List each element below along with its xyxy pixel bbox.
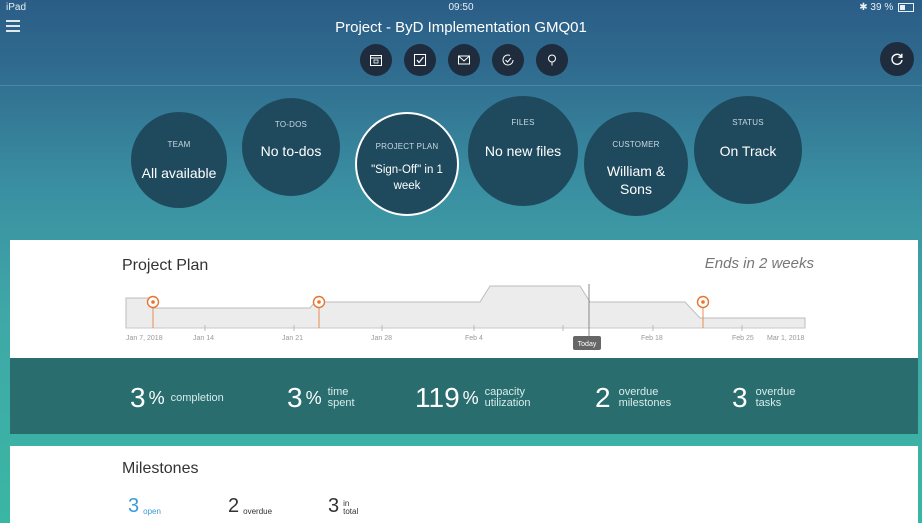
lightbulb-icon [548,54,556,66]
battery-percent: 39 % [870,2,894,13]
status-value: On Track [719,143,777,159]
milestone-marker-dot [151,300,155,304]
stat-unit: % [148,387,165,408]
battery-status: ✱ 39 % [859,2,914,13]
page-title: Project - ByD Implementation GMQ01 [335,19,587,36]
status-bar: iPad 09:50 ✱ 39 % [0,0,922,16]
milestones-total-label: in total [343,499,359,516]
todos-value: No to-dos [260,143,322,159]
todos-circle[interactable]: TO-DOS No to-dos [242,98,340,196]
stat-value: 3 [130,382,146,413]
todos-button[interactable] [404,44,436,76]
project-plan-title: Project Plan [122,257,209,274]
project-plan-value: "Sign-Off" in 1 week [371,164,443,192]
project-plan-circle[interactable]: PROJECT PLAN "Sign-Off" in 1 week [355,112,459,216]
refresh-icon [891,53,903,65]
axis-label: Jan 28 [371,335,392,342]
project-timeline: Jan 7, 2018 Jan 14 Jan 21 Jan 28 Feb 4 F… [125,284,806,350]
milestone-marker-dot [317,300,321,304]
status-label: STATUS [732,118,764,127]
stat-time-spent: 3 % time spent [287,378,355,418]
milestones-overdue[interactable]: 2 overdue [228,496,272,516]
axis-label: Mar 1, 2018 [767,335,804,342]
axis-label: Jan 14 [193,335,214,342]
milestones-title: Milestones [122,460,199,477]
mail-button[interactable] [448,44,480,76]
files-circle[interactable]: FILES No new files [468,96,578,206]
header-divider [0,85,922,86]
axis-label: Feb 4 [465,335,483,342]
milestones-open-count: 3 [128,495,140,517]
todos-label: TO-DOS [274,120,308,129]
toolbar [360,44,570,76]
stat-value: 119 [415,382,460,413]
files-value: No new files [484,143,562,159]
calendar-button[interactable] [360,44,392,76]
stat-unit: % [462,387,479,408]
customer-circle[interactable]: CUSTOMER William & Sons [584,112,688,216]
refresh-button[interactable] [880,42,914,76]
battery-icon [898,2,914,12]
stat-value: 3 [732,382,748,413]
milestones-total[interactable]: 3 in total [328,496,358,516]
files-label: FILES [511,118,535,127]
status-circle[interactable]: STATUS On Track [694,96,802,204]
clock: 09:50 [448,2,474,13]
status-button[interactable] [492,44,524,76]
stat-label: time spent [327,386,355,409]
stat-unit: % [305,387,322,408]
checkbox-icon [414,54,426,66]
stat-label: completion [170,391,224,404]
milestones-overdue-label: overdue [243,507,273,516]
axis-label: Jan 7, 2018 [126,335,163,342]
stat-completion: 3 % completion [130,378,224,418]
stat-value: 2 [595,382,611,413]
stat-label: overdue tasks [755,386,796,409]
project-plan-panel[interactable]: Project Plan Ends in 2 weeks Jan 7, 2018… [10,240,918,358]
stat-capacity: 119 % capacity utilization [415,378,531,418]
team-circle[interactable]: TEAM All available [131,112,227,208]
ideas-button[interactable] [536,44,568,76]
team-value: All available [141,165,217,181]
axis-label: Feb 18 [641,335,663,342]
axis-label: Jan 21 [282,335,303,342]
milestones-total-count: 3 [328,495,340,517]
stats-band: 3 % completion 3 % time spent 119 % capac… [10,358,918,434]
customer-value: William & Sons [606,163,666,197]
mail-icon [458,55,470,65]
milestones-open[interactable]: 3 open [128,496,161,516]
customer-label: CUSTOMER [612,140,660,149]
milestones-overdue-count: 2 [228,495,240,517]
axis-label: Feb 25 [732,335,754,342]
stat-overdue-tasks: 3 overdue tasks [732,378,795,418]
today-label: Today [578,341,597,348]
stat-overdue-milestones: 2 overdue milestones [595,378,671,418]
bluetooth-icon: ✱ [859,2,868,13]
milestones-panel[interactable]: Milestones 3 open 2 overdue 3 in total [10,446,918,523]
project-plan-label: PROJECT PLAN [375,142,439,151]
check-circle-icon [502,54,514,66]
stat-label: capacity utilization [484,386,531,409]
stat-value: 3 [287,382,303,413]
milestone-marker-dot [701,300,705,304]
calendar-icon [370,55,382,66]
milestones-open-label: open [143,507,161,516]
stat-label: overdue milestones [618,386,672,409]
team-label: TEAM [167,140,191,149]
project-plan-ends: Ends in 2 weeks [704,255,814,272]
